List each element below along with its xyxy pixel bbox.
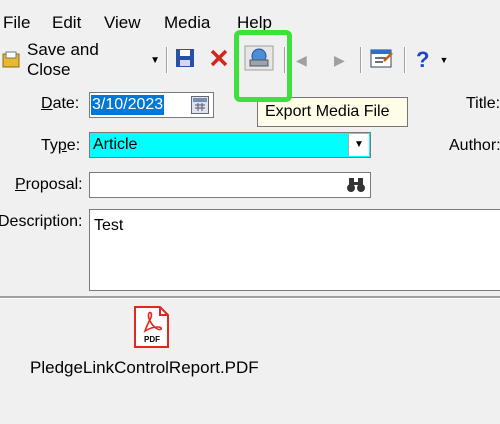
date-value: 3/10/2023 <box>91 95 165 115</box>
date-label: Date: <box>41 95 80 112</box>
description-value: Test <box>94 217 124 234</box>
delete-button[interactable] <box>208 46 230 74</box>
description-field[interactable]: Test <box>89 209 500 291</box>
menu-view[interactable]: View <box>104 13 141 33</box>
save-icon <box>174 47 196 74</box>
menu-media[interactable]: Media <box>164 13 210 33</box>
highlight-annotation <box>234 30 292 102</box>
chevron-down-icon[interactable]: ▼ <box>439 55 448 65</box>
chevron-down-icon[interactable]: ▼ <box>150 55 160 66</box>
chevron-down-icon[interactable]: ▼ <box>348 134 369 156</box>
properties-icon <box>370 47 394 74</box>
help-button[interactable]: ? ▼ <box>416 46 448 74</box>
save-and-close-label: Save and Close <box>27 40 99 79</box>
author-label: Author: <box>449 137 500 154</box>
description-label: Description: <box>0 213 83 230</box>
pdf-badge: PDF <box>144 335 160 344</box>
save-and-close-button[interactable]: Save and Close ▼ <box>0 40 160 79</box>
type-select[interactable]: Article ▼ <box>89 132 371 158</box>
proposal-label: Proposal: <box>15 176 83 193</box>
menu-edit[interactable]: Edit <box>52 13 81 33</box>
delete-icon <box>208 47 230 74</box>
calendar-icon[interactable] <box>191 96 209 114</box>
help-icon: ? <box>416 47 430 72</box>
previous-icon: ◀ <box>296 51 307 68</box>
save-button[interactable] <box>174 46 196 74</box>
attachment-filename: PledgeLinkControlReport.PDF <box>30 358 259 377</box>
save-close-icon <box>2 50 22 70</box>
attachment-area: PDF PledgeLinkControlReport.PDF <box>0 299 500 424</box>
next-icon: ▶ <box>334 51 345 68</box>
media-form: Date: 3/10/2023 Title: Type: Article ▼ A… <box>0 80 500 296</box>
next-button[interactable]: ▶ <box>334 46 345 74</box>
pdf-file-icon: PDF <box>133 305 170 349</box>
previous-button[interactable]: ◀ <box>296 46 307 74</box>
date-field[interactable]: 3/10/2023 <box>89 92 214 118</box>
title-label: Title: <box>466 95 500 112</box>
type-value: Article <box>93 136 138 153</box>
binoculars-icon[interactable] <box>346 176 366 199</box>
menu-file[interactable]: File <box>3 13 30 33</box>
properties-button[interactable] <box>370 46 394 74</box>
proposal-field[interactable] <box>89 172 371 198</box>
type-label: Type: <box>41 137 81 154</box>
attachment-item[interactable]: PDF PledgeLinkControlReport.PDF <box>20 305 290 385</box>
